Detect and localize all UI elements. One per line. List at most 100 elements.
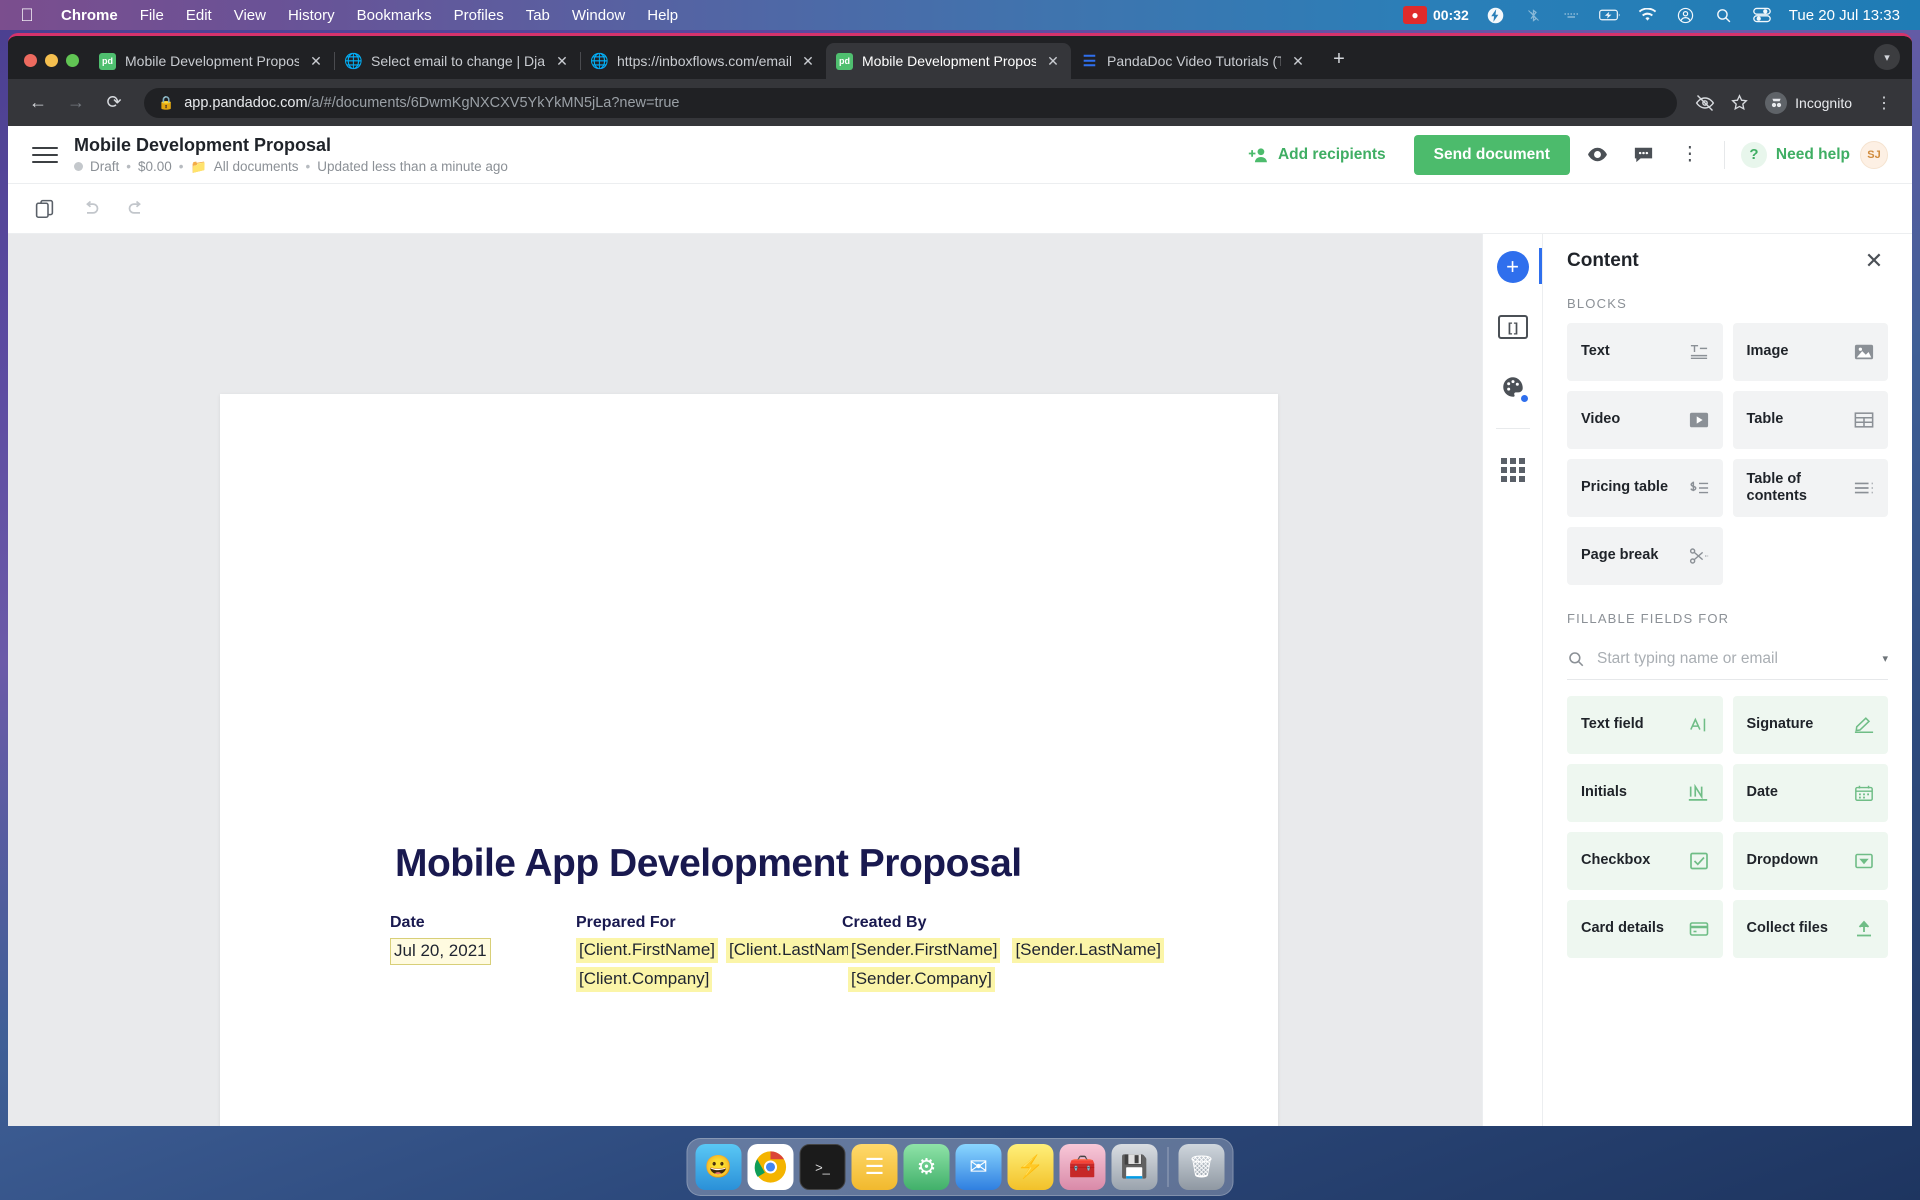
close-tab-icon[interactable]: ✕ [800,53,816,69]
menu-item-file[interactable]: File [129,7,175,24]
toolbox-icon[interactable]: 🧰 [1059,1144,1106,1190]
menu-item-window[interactable]: Window [561,7,636,24]
terminal-icon[interactable]: >_ [799,1144,846,1190]
send-document-button[interactable]: Send document [1413,134,1570,175]
eye-crossed-icon[interactable] [1691,89,1719,117]
tab-search-caret-icon[interactable]: ▾ [1874,44,1900,70]
notes-icon[interactable]: ☰ [851,1144,898,1190]
control-center-icon[interactable] [1751,5,1773,25]
minimize-window-button[interactable] [45,54,58,67]
bolt-app-icon[interactable]: ⚡ [1007,1144,1054,1190]
field-initials[interactable]: Initials [1567,764,1723,822]
field-signature[interactable]: Signature [1732,696,1888,754]
forward-button[interactable]: → [60,87,92,119]
screen-recording-indicator[interactable]: ● 00:32 [1402,6,1469,24]
field-text-field[interactable]: Text field [1567,696,1723,754]
battery-charging-icon[interactable] [1598,5,1621,25]
comment-icon[interactable] [1626,137,1662,173]
chevron-down-icon[interactable]: ▾ [1882,652,1888,665]
chrome-icon[interactable] [747,1144,794,1190]
separator: • [126,159,131,174]
maximize-window-button[interactable] [66,54,79,67]
duplicate-icon[interactable] [30,195,58,223]
field-checkbox[interactable]: Checkbox [1567,832,1723,890]
add-recipients-button[interactable]: Add recipients [1229,134,1404,175]
recipient-search-row[interactable]: ▾ [1567,638,1888,680]
trash-icon[interactable]: 🗑 [1178,1144,1225,1190]
date-value-token[interactable]: Jul 20, 2021 [390,938,491,965]
page-title[interactable]: Mobile Development Proposal [74,135,508,156]
close-tab-icon[interactable]: ✕ [1290,53,1306,69]
kebab-menu-icon[interactable]: ⋮ [1870,89,1898,117]
menu-item-help[interactable]: Help [636,7,689,24]
block-page-break[interactable]: Page break [1567,527,1723,585]
block-pricing-table[interactable]: Pricing table [1567,459,1723,517]
field-collect-files[interactable]: Collect files [1732,900,1888,958]
menu-item-edit[interactable]: Edit [175,7,223,24]
avatar[interactable]: SJ [1860,140,1888,169]
field-dropdown[interactable]: Dropdown [1732,832,1888,890]
menu-item-history[interactable]: History [277,7,346,24]
finder-icon[interactable]: 😀 [695,1144,742,1190]
menu-item-tab[interactable]: Tab [515,7,561,24]
address-bar[interactable]: 🔒 app.pandadoc.com/a/#/documents/6DwmKgN… [144,87,1678,118]
menu-item-chrome[interactable]: Chrome [50,7,129,24]
menubar-clock[interactable]: Tue 20 Jul 13:33 [1789,7,1900,24]
menu-item-view[interactable]: View [223,7,277,24]
sender-lastname-token[interactable]: [Sender.LastName] [1012,938,1164,963]
settings-icon[interactable]: ⚙ [903,1144,950,1190]
document-heading[interactable]: Mobile App Development Proposal [395,842,1115,886]
browser-tab-1[interactable]: pd Mobile Development Proposal ✕ [89,43,334,79]
block-table-of-contents[interactable]: Table of contents [1732,459,1888,517]
mail-icon[interactable]: ✉ [955,1144,1002,1190]
redo-icon[interactable] [122,195,150,223]
browser-tab-4-active[interactable]: pd Mobile Development Proposal ✕ [826,43,1071,79]
block-table[interactable]: Table [1732,391,1888,449]
kebab-menu-icon[interactable]: ⋮ [1672,137,1708,173]
keyboard-brightness-icon[interactable] [1561,5,1583,25]
sender-firstname-token[interactable]: [Sender.FirstName] [848,938,1001,963]
eye-icon[interactable] [1580,137,1616,173]
star-icon[interactable] [1725,89,1753,117]
menu-item-bookmarks[interactable]: Bookmarks [346,7,443,24]
close-icon[interactable]: ✕ [1860,247,1888,275]
need-help-button[interactable]: ? Need help [1740,141,1850,168]
client-firstname-token[interactable]: [Client.FirstName] [576,938,719,963]
bolt-icon[interactable] [1485,5,1507,25]
document-canvas[interactable]: Mobile App Development Proposal Date Jul… [8,234,1512,1126]
main-menu-icon[interactable] [32,142,58,168]
block-image[interactable]: Image [1732,323,1888,381]
close-window-button[interactable] [24,54,37,67]
bluetooth-off-icon[interactable] [1523,5,1545,25]
close-tab-icon[interactable]: ✕ [308,53,324,69]
browser-tab-2[interactable]: 🌐 Select email to change | Djang ✕ [335,43,580,79]
document-page[interactable]: Mobile App Development Proposal Date Jul… [220,394,1278,1126]
menu-item-profiles[interactable]: Profiles [443,7,515,24]
back-button[interactable]: ← [22,87,54,119]
browser-tab-3[interactable]: 🌐 https://inboxflows.com/emails/ ✕ [581,43,826,79]
block-video[interactable]: Video [1567,391,1723,449]
reload-button[interactable]: ⟳ [98,87,130,119]
add-content-icon[interactable]: + [1494,248,1532,286]
close-tab-icon[interactable]: ✕ [554,53,570,69]
apple-logo-icon[interactable]:  [18,5,36,25]
search-icon[interactable] [1713,5,1735,25]
theme-palette-icon[interactable] [1494,368,1532,406]
field-card-details[interactable]: Card details [1567,900,1723,958]
flash-drive-icon[interactable]: 💾 [1111,1144,1158,1190]
wifi-icon[interactable] [1637,5,1659,25]
field-date[interactable]: Date [1732,764,1888,822]
folder-name[interactable]: All documents [214,159,299,174]
block-text[interactable]: Text [1567,323,1723,381]
browser-tab-5[interactable]: ☰ PandaDoc Video Tutorials (Tria ✕ [1071,43,1316,79]
recipient-search-input[interactable] [1597,649,1871,668]
new-tab-button[interactable]: + [1324,44,1354,74]
variables-icon[interactable]: [ ] [1494,308,1532,346]
client-company-token[interactable]: [Client.Company] [576,966,713,992]
incognito-profile-button[interactable]: Incognito [1759,88,1864,118]
close-tab-icon[interactable]: ✕ [1045,53,1061,69]
sender-company-token[interactable]: [Sender.Company] [848,966,995,992]
apps-grid-icon[interactable] [1494,451,1532,489]
control-center-user-icon[interactable] [1675,5,1697,25]
undo-icon[interactable] [76,195,104,223]
